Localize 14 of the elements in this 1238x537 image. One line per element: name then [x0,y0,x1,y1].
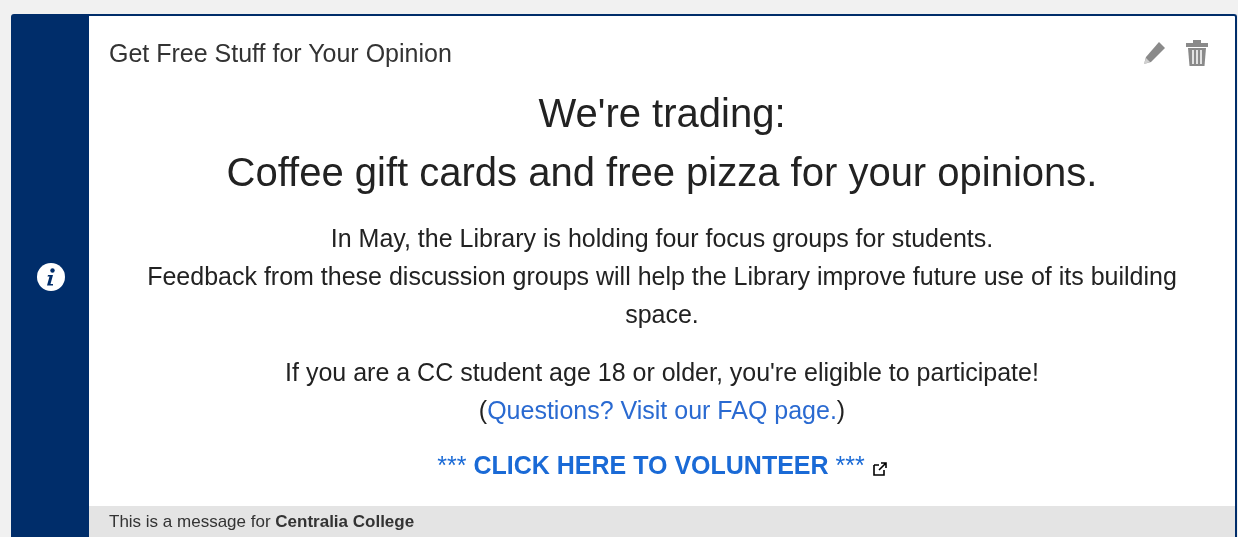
edit-icon[interactable] [1141,40,1167,66]
heading: We're trading: [537,90,787,137]
faq-sentence: (Questions? Visit our FAQ page.) [477,395,847,426]
subheading: Coffee gift cards and free pizza for your opinions. [225,149,1099,196]
info-icon [36,261,66,292]
external-link-icon [872,461,887,476]
body-text: Feedback from these discussion groups will help the Library improve future use of its building space. [146,261,1178,330]
faq-link[interactable]: Questions? Visit our FAQ page. [487,396,837,424]
body-text: If you are a CC student age 18 or older, you're eligible to participate! [284,357,1040,388]
body-text: In May, the Library is holding four focus groups for students. [329,223,995,254]
volunteer-link[interactable]: *** CLICK HERE TO VOLUNTEER *** [437,451,865,480]
footer-text: This is a message for Centralia College [89,506,1235,537]
message-title: Get Free Stuff for Your Opinion [109,38,452,68]
trash-icon[interactable] [1185,40,1209,66]
